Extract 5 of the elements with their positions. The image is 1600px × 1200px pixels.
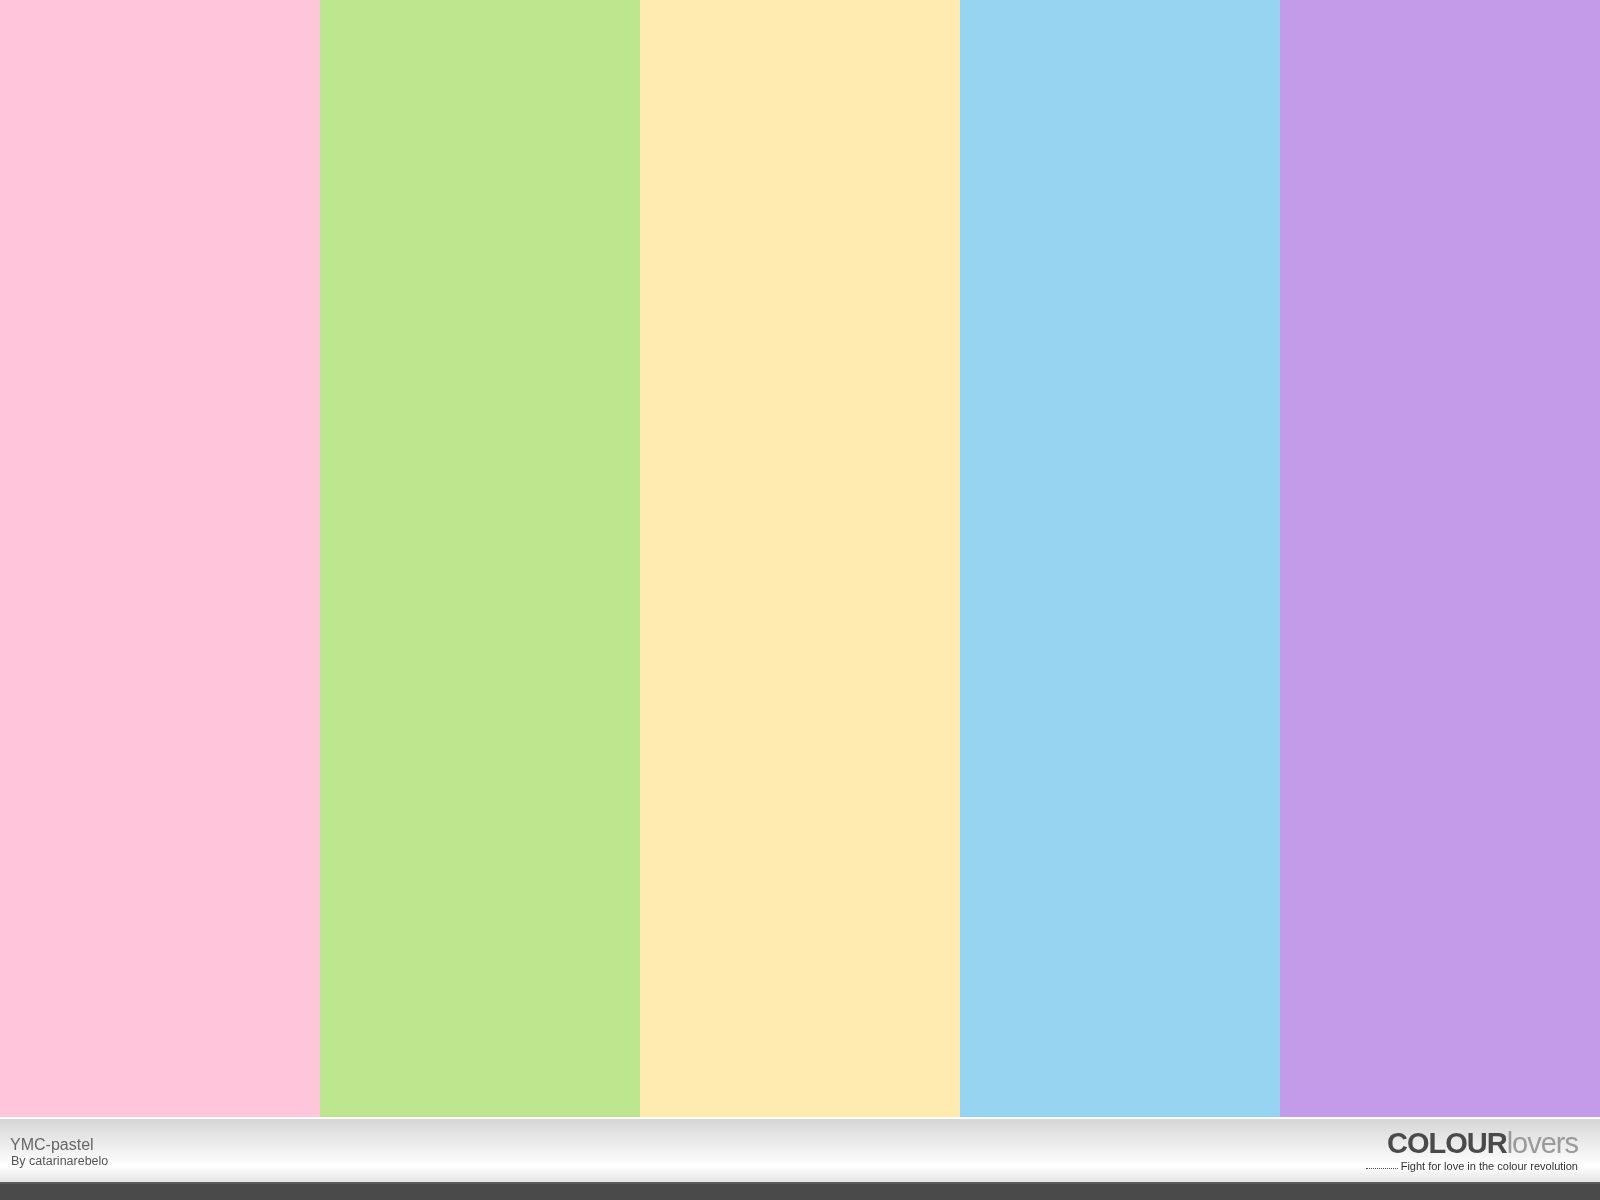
tagline: Fight for love in the colour revolution [1400, 1160, 1578, 1172]
logo-wordmark-suffix: lovers [1506, 1127, 1578, 1159]
palette-title: YMC-pastel [10, 1135, 95, 1154]
author-text: By catarinarebelo [10, 1153, 109, 1168]
logo-wordmark: COLOUR [1386, 1127, 1507, 1159]
